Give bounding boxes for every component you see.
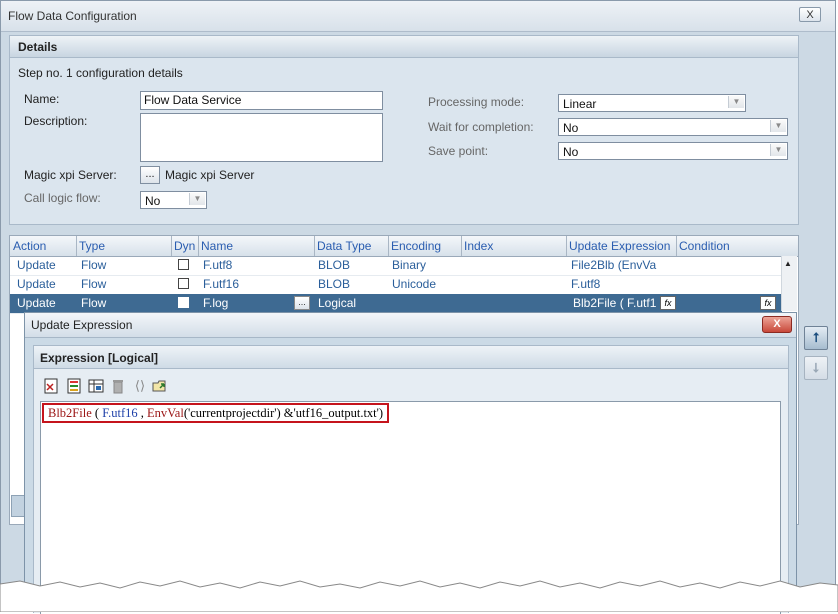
expr-function-envval: EnvVal	[147, 406, 184, 420]
details-section: Details Step no. 1 configuration details…	[9, 35, 799, 225]
hidden-button-edge[interactable]	[11, 495, 25, 517]
column-header-name[interactable]: Name	[201, 239, 233, 253]
cell-encoding: Unicode	[392, 277, 437, 291]
expression-panel: Expression [Logical] ⟨⟩ Blb2File ( F.utf…	[33, 345, 789, 614]
open-folder-icon[interactable]	[152, 378, 168, 394]
server-value: Magic xpi Server	[165, 168, 255, 182]
name-field[interactable]: Flow Data Service	[140, 91, 383, 110]
trash-icon[interactable]	[110, 378, 126, 394]
brackets-icon[interactable]: ⟨⟩	[132, 378, 148, 394]
save-point-label: Save point:	[428, 144, 489, 158]
expr-comma: ,	[137, 406, 148, 420]
scroll-up-icon[interactable]: ▲	[784, 259, 792, 268]
window-title-bar: Flow Data Configuration X	[1, 1, 835, 32]
name-label: Name:	[24, 92, 60, 106]
call-logic-label: Call logic flow:	[24, 191, 101, 205]
chevron-down-icon: ▼	[770, 120, 786, 132]
cell-data-type: BLOB	[318, 258, 351, 272]
cell-action: Update	[17, 258, 56, 272]
cell-type: Flow	[81, 296, 107, 310]
wait-select[interactable]: No ▼	[558, 118, 788, 136]
description-label: Description:	[24, 114, 88, 128]
arrow-up-icon: ⭡	[812, 330, 820, 345]
dialog-title: Update Expression	[31, 318, 133, 332]
call-logic-value: No	[145, 194, 161, 208]
expression-panel-title: Expression [Logical]	[40, 351, 159, 365]
grid-scrollbar[interactable]: ▲	[781, 256, 797, 311]
description-field[interactable]	[140, 113, 383, 162]
variables-icon[interactable]	[88, 378, 104, 394]
call-logic-select[interactable]: No ▼	[140, 191, 207, 209]
cell-type: Flow	[81, 258, 107, 272]
cell-type: Flow	[81, 277, 107, 291]
cell-encoding: Binary	[392, 258, 427, 272]
expr-paren-open: (	[91, 406, 103, 420]
cell-name: F.utf8	[203, 258, 233, 272]
name-browse-button[interactable]: ...	[294, 296, 310, 310]
cell-update-expression: File2Blb (EnvVa	[571, 258, 657, 272]
wait-label: Wait for completion:	[428, 120, 534, 134]
dyn-checkbox[interactable]	[178, 259, 189, 270]
cell-name: F.log	[203, 296, 229, 310]
move-up-button[interactable]: ⭡	[804, 326, 828, 350]
processing-mode-value: Linear	[563, 97, 597, 111]
expr-function-blb2file: Blb2File	[48, 406, 92, 420]
arrow-down-icon: ⭣	[812, 360, 820, 375]
expression-text-highlight: Blb2File ( F.utf16 , EnvVal('currentproj…	[42, 403, 390, 423]
column-header-dyn[interactable]: Dyn	[174, 239, 195, 253]
column-header-index[interactable]: Index	[464, 239, 493, 253]
processing-mode-label: Processing mode:	[428, 95, 525, 109]
function-list-icon[interactable]	[66, 378, 82, 394]
column-header-update-expression[interactable]: Update Expression	[569, 239, 670, 253]
details-header: Details	[10, 36, 798, 58]
dialog-title-bar: Update Expression X	[25, 313, 796, 338]
column-header-data-type[interactable]: Data Type	[317, 239, 371, 253]
expr-variable-futf16: F.utf16	[102, 406, 138, 420]
cell-data-type: BLOB	[318, 277, 351, 291]
dyn-checkbox[interactable]	[178, 297, 189, 308]
chevron-down-icon: ▼	[770, 144, 786, 156]
server-browse-button[interactable]: ...	[140, 166, 160, 184]
window-title: Flow Data Configuration	[8, 9, 137, 23]
update-expression-dialog: Update Expression X Expression [Logical]…	[24, 312, 797, 614]
expression-panel-header: Expression [Logical]	[34, 346, 788, 369]
window-close-button[interactable]: X	[799, 7, 821, 22]
wait-value: No	[563, 121, 579, 135]
cell-name: F.utf16	[203, 277, 240, 291]
step-text: Step no. 1 configuration details	[18, 66, 183, 80]
condition-fx-button[interactable]: fx	[760, 296, 776, 310]
dialog-close-button[interactable]: X	[762, 316, 792, 333]
table-row[interactable]: Update Flow F.utf16 BLOB Unicode F.utf8	[10, 275, 782, 295]
details-header-label: Details	[18, 40, 58, 54]
cell-action: Update	[17, 296, 56, 310]
expression-check-icon[interactable]	[44, 378, 60, 394]
grid-header: Action Type Dyn Name Data Type Encoding …	[10, 236, 798, 257]
server-label: Magic xpi Server:	[24, 168, 117, 182]
table-row-selected[interactable]: Update Flow F.log ... Logical Blb2File (…	[10, 294, 782, 314]
torn-edge-decoration	[0, 580, 838, 612]
save-point-select[interactable]: No ▼	[558, 142, 788, 160]
cell-action: Update	[17, 277, 56, 291]
dyn-checkbox[interactable]	[178, 278, 189, 289]
move-down-button[interactable]: ⭣	[804, 356, 828, 380]
save-point-value: No	[563, 145, 579, 159]
processing-mode-select[interactable]: Linear ▼	[558, 94, 746, 112]
update-expression-fx-button[interactable]: fx	[660, 296, 676, 310]
cell-data-type: Logical	[318, 296, 357, 310]
chevron-down-icon: ▼	[189, 193, 205, 205]
column-header-encoding[interactable]: Encoding	[391, 239, 441, 253]
expr-arguments: ('currentprojectdir') &'utf16_output.txt…	[183, 406, 384, 420]
column-header-type[interactable]: Type	[79, 239, 105, 253]
chevron-down-icon: ▼	[728, 96, 744, 108]
table-row[interactable]: Update Flow F.utf8 BLOB Binary File2Blb …	[10, 256, 782, 276]
column-header-action[interactable]: Action	[13, 239, 46, 253]
cell-update-expression: F.utf8	[571, 277, 601, 291]
cell-update-expression: Blb2File ( F.utf1	[573, 296, 657, 310]
column-header-condition[interactable]: Condition	[679, 239, 730, 253]
